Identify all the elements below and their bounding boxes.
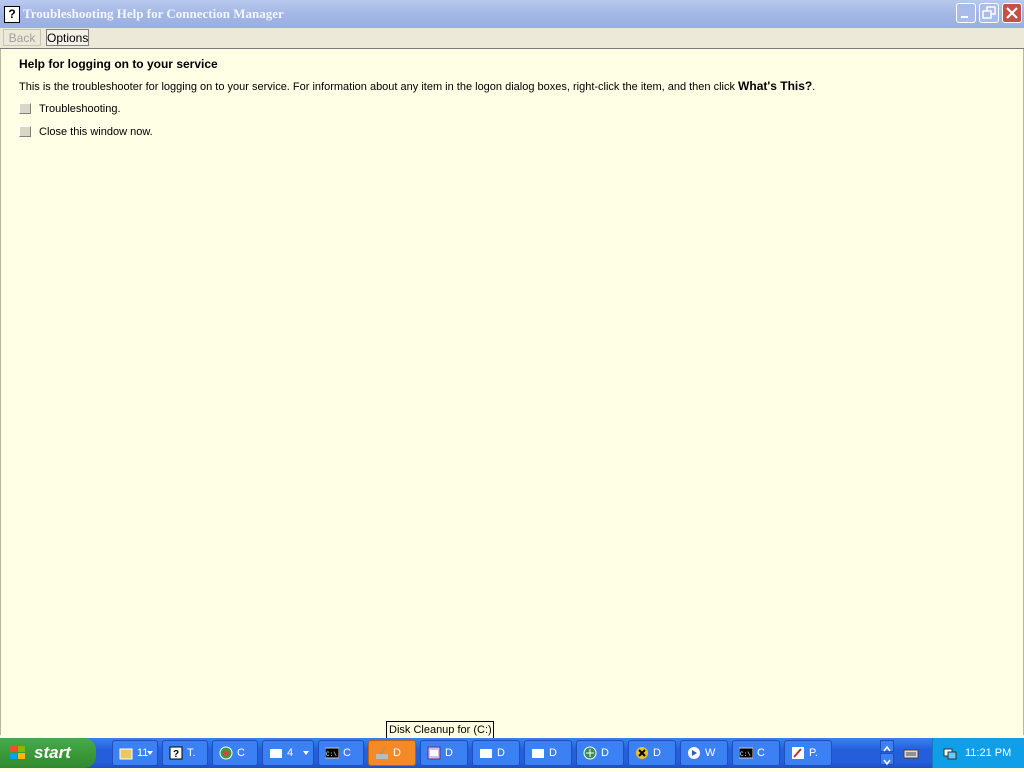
taskbar-button-network[interactable]: D: [576, 740, 624, 766]
help-app-icon[interactable]: ?: [4, 6, 20, 23]
option-label[interactable]: Close this window now.: [39, 125, 153, 139]
intro-text: This is the troubleshooter for logging o…: [19, 79, 815, 94]
taskbar-scroll[interactable]: [880, 740, 894, 766]
taskbar-button-dialog[interactable]: D: [420, 740, 468, 766]
title-bar[interactable]: ? Troubleshooting Help for Connection Ma…: [0, 0, 1024, 28]
taskbar-button-label: D: [549, 747, 557, 759]
taskbar-button-label: D: [393, 747, 401, 759]
clock[interactable]: 11:21 PM: [965, 746, 1011, 760]
connection-manager-icon: [219, 746, 233, 760]
close-button[interactable]: [1002, 3, 1022, 23]
taskbar-button-window-2[interactable]: D: [524, 740, 572, 766]
taskbar-button-command-prompt[interactable]: C:\ C: [318, 740, 364, 766]
svg-text:?: ?: [173, 749, 179, 760]
close-icon: [1006, 7, 1018, 19]
paint-icon: [792, 747, 804, 759]
taskbar-button-label: D: [653, 747, 661, 759]
whats-this-label: What's This?: [738, 79, 813, 93]
taskbar-button-label: D: [497, 747, 505, 759]
restore-button[interactable]: [979, 3, 999, 23]
chevron-down-icon: [883, 759, 891, 766]
options-button[interactable]: Options: [46, 29, 89, 46]
taskbar-button-x[interactable]: D: [628, 740, 676, 766]
taskbar-button-help[interactable]: ? T.: [162, 740, 208, 766]
media-icon: [688, 747, 700, 759]
taskbar-button-label: P.: [809, 747, 818, 759]
windows-flag-icon: [10, 746, 25, 759]
option-label[interactable]: Troubleshooting.: [39, 102, 121, 116]
window-icon: [532, 749, 544, 758]
taskbar-button-label: T.: [187, 747, 196, 759]
chevron-down-icon: [303, 751, 309, 755]
taskbar-button-window-1[interactable]: D: [472, 740, 520, 766]
taskbar-tooltip: Disk Cleanup for (C:): [386, 721, 494, 739]
scroll-up-button[interactable]: [880, 740, 894, 752]
scroll-down-button[interactable]: [880, 753, 894, 766]
dialog-icon: [427, 746, 441, 760]
intro-text-end: .: [812, 81, 816, 93]
taskbar-button-label: C: [343, 747, 351, 759]
window-title: Troubleshooting Help for Connection Mana…: [23, 6, 284, 21]
start-label: start: [34, 743, 71, 762]
minimize-icon: [961, 16, 968, 18]
taskbar-button-window-group[interactable]: 4: [262, 740, 314, 766]
taskbar-button-label: C: [757, 747, 765, 759]
help-toolbar: Back Options: [0, 28, 1024, 49]
window-icon: [480, 749, 492, 758]
start-button[interactable]: start: [0, 738, 96, 768]
taskbar-button-label: C: [237, 747, 245, 759]
page-heading: Help for logging on to your service: [19, 57, 218, 71]
taskbar: start 11 ? T. C 4 C:\ C D D D D D D W C:…: [0, 738, 1024, 768]
taskbar-button-media[interactable]: W: [680, 740, 728, 766]
taskbar-button-label: D: [445, 747, 453, 759]
intro-text-body: This is the troubleshooter for logging o…: [19, 81, 739, 93]
network-tray-icon[interactable]: [943, 746, 957, 760]
folder-group-icon: [119, 748, 133, 760]
command-prompt-icon: C:\: [739, 747, 753, 759]
taskbar-button-connection[interactable]: C: [212, 740, 258, 766]
taskbar-button-paint[interactable]: P.: [784, 740, 832, 766]
taskbar-button-label: 4: [287, 747, 294, 759]
taskbar-button-command-prompt-2[interactable]: C:\ C: [732, 740, 780, 766]
option-radio-button[interactable]: [19, 103, 31, 114]
taskbar-button-folder-group[interactable]: 11: [112, 740, 158, 766]
x-icon: [636, 747, 648, 759]
network-icon: [583, 746, 597, 760]
taskbar-button-label: W: [705, 747, 716, 759]
help-icon: ?: [169, 746, 183, 760]
taskbar-button-label: D: [601, 747, 609, 759]
help-content: Help for logging on to your service This…: [0, 49, 1024, 735]
keyboard-icon[interactable]: [903, 746, 919, 760]
window-group-icon: [270, 749, 282, 758]
back-button[interactable]: Back: [3, 29, 41, 46]
system-tray: 11:21 PM: [932, 738, 1024, 768]
svg-text:C:\: C:\: [326, 751, 337, 758]
svg-text:C:\: C:\: [740, 751, 751, 758]
restore-icon: [982, 6, 996, 19]
taskbar-button-disk-cleanup[interactable]: D: [368, 740, 416, 766]
minimize-button[interactable]: [956, 3, 976, 23]
option-radio-button[interactable]: [19, 126, 31, 137]
chevron-down-icon: [147, 751, 153, 755]
disk-cleanup-icon: [376, 747, 388, 759]
command-prompt-icon: C:\: [325, 747, 339, 759]
